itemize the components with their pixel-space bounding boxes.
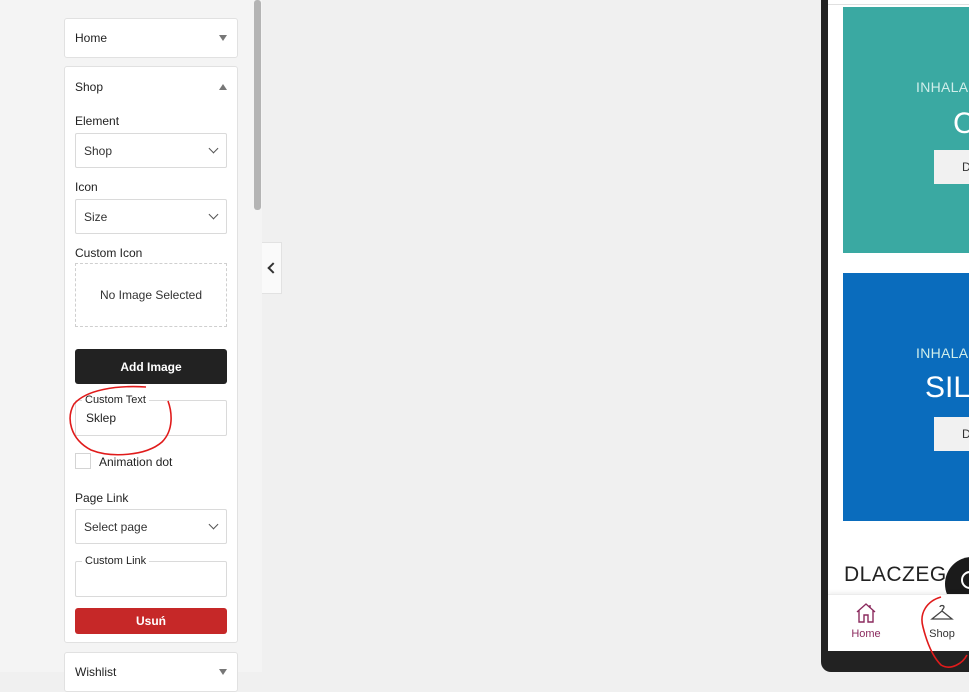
caret-down-icon [219, 669, 227, 675]
section-shop-label: Shop [75, 80, 104, 94]
page-link-select[interactable]: Select page [75, 509, 227, 544]
banner-subtitle: INHALA [916, 345, 969, 361]
caret-down-icon [219, 35, 227, 41]
add-image-button[interactable]: Add Image [75, 349, 227, 384]
custom-icon-label: Custom Icon [75, 246, 143, 260]
custom-link-field[interactable]: Custom Link [75, 555, 227, 597]
icon-select-value: Size [84, 209, 108, 224]
home-icon [856, 603, 876, 623]
chat-icon [961, 571, 969, 589]
element-select[interactable]: Shop [75, 133, 227, 168]
custom-text-value: Sklep [86, 411, 117, 425]
mobile-preview: INHALA C D INHALA SILI D DLACZEG Home Sh… [828, 0, 969, 651]
icon-label: Icon [75, 180, 98, 194]
animation-dot-checkbox[interactable] [75, 453, 91, 469]
element-label: Element [75, 114, 120, 128]
section-home[interactable]: Home [64, 18, 238, 58]
banner-blue[interactable]: INHALA SILI D [843, 273, 969, 521]
hanger-icon [930, 604, 954, 620]
custom-text-label: Custom Text [82, 394, 149, 406]
section-wishlist[interactable]: Wishlist [64, 652, 238, 692]
chevron-down-icon [208, 209, 219, 220]
custom-text-field[interactable]: Custom Text Sklep [75, 394, 227, 436]
banner-teal[interactable]: INHALA C D [843, 7, 969, 253]
nav-shop-label: Shop [929, 628, 955, 640]
animation-dot-label: Animation dot [99, 455, 173, 469]
preview-top-strip [828, 0, 969, 5]
remove-button[interactable]: Usuń [75, 608, 227, 634]
section-home-header[interactable]: Home [65, 19, 237, 57]
page-link-select-value: Select page [84, 519, 148, 534]
custom-icon-dropzone[interactable]: No Image Selected [75, 263, 227, 327]
banner-button[interactable]: D [934, 150, 969, 184]
chevron-left-icon [267, 262, 279, 274]
section-wishlist-label: Wishlist [75, 665, 117, 679]
no-image-text: No Image Selected [99, 288, 203, 302]
icon-select[interactable]: Size [75, 199, 227, 234]
banner-title: SILI [925, 371, 969, 404]
nav-item-home[interactable]: Home [836, 595, 896, 651]
page-link-label: Page Link [75, 491, 129, 505]
banner-subtitle: INHALA [916, 79, 969, 95]
section-shop-header[interactable]: Shop [65, 67, 237, 107]
bottom-navigation: Home Shop [828, 594, 969, 651]
element-select-value: Shop [84, 143, 113, 158]
custom-link-label: Custom Link [82, 555, 150, 567]
banner-title: C [953, 107, 969, 140]
chevron-down-icon [208, 143, 219, 154]
settings-panel: Home Shop Element Shop Icon Size Custom … [0, 0, 262, 692]
section-home-label: Home [75, 31, 108, 45]
section-wishlist-header[interactable]: Wishlist [65, 653, 237, 691]
section-heading: DLACZEG [844, 563, 947, 586]
banner-button[interactable]: D [934, 417, 969, 451]
caret-up-icon [219, 84, 227, 90]
nav-home-label: Home [851, 628, 881, 640]
chevron-down-icon [208, 519, 219, 530]
section-shop: Shop Element Shop Icon Size Custom Icon … [64, 66, 238, 643]
nav-item-shop[interactable]: Shop [912, 595, 969, 651]
scrollbar-thumb[interactable] [254, 0, 261, 210]
panel-scrollbar[interactable] [253, 0, 262, 672]
collapse-panel-button[interactable] [262, 242, 282, 294]
